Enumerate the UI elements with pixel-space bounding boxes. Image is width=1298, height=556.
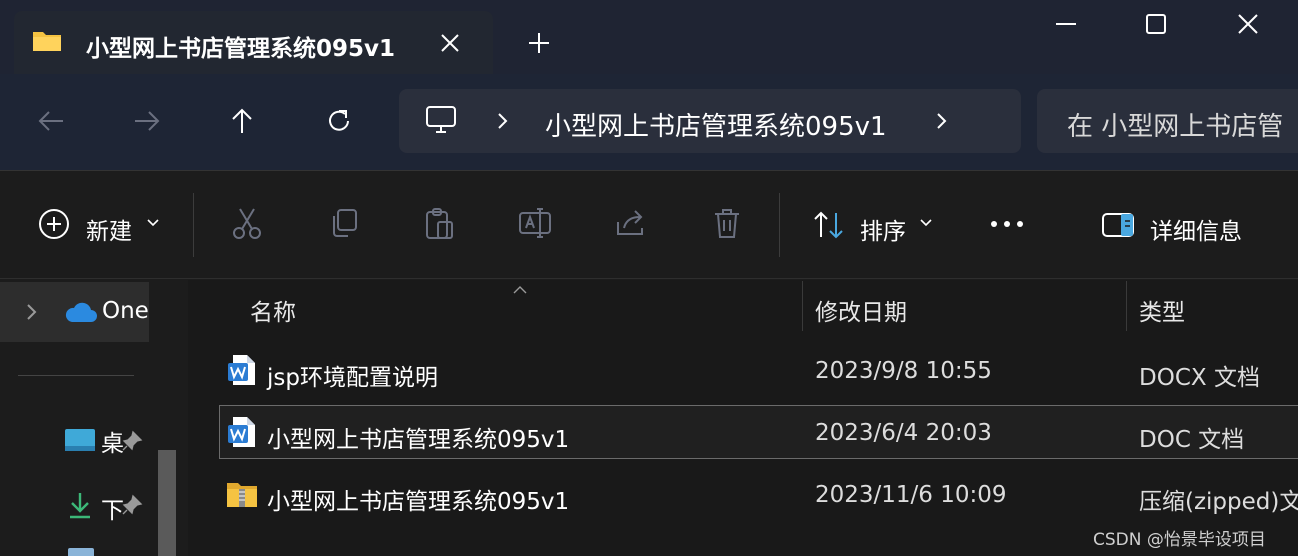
pin-icon[interactable] xyxy=(121,494,143,520)
pin-icon[interactable] xyxy=(121,430,143,456)
file-name[interactable]: 小型网上书店管理系统095v1 xyxy=(267,482,569,516)
chevron-down-icon[interactable] xyxy=(919,215,933,234)
column-header-name[interactable]: 名称 xyxy=(250,293,296,327)
separator xyxy=(779,193,780,257)
column-header-type[interactable]: 类型 xyxy=(1139,293,1185,327)
file-date: 2023/6/4 20:03 xyxy=(815,420,992,446)
folder-icon xyxy=(68,548,94,556)
details-label[interactable]: 详细信息 xyxy=(1150,212,1242,246)
close-window-button[interactable] xyxy=(1218,0,1278,48)
close-tab-icon[interactable] xyxy=(437,30,463,60)
share-icon[interactable] xyxy=(614,206,648,244)
file-date: 2023/11/6 10:09 xyxy=(815,482,1007,508)
sort-icon[interactable] xyxy=(812,209,846,245)
file-type: DOCX 文档 xyxy=(1139,365,1260,391)
file-name[interactable]: jsp环境配置说明 xyxy=(267,358,438,392)
forward-arrow-icon[interactable] xyxy=(132,106,162,140)
minimize-button[interactable] xyxy=(1036,0,1096,48)
chevron-down-icon[interactable] xyxy=(146,215,160,234)
sidebar-item-label[interactable]: One xyxy=(102,298,149,324)
separator xyxy=(193,193,194,257)
folder-icon xyxy=(32,29,62,57)
sort-up-indicator-icon xyxy=(512,280,528,299)
sidebar-item-label[interactable]: 下 xyxy=(101,491,123,525)
word-doc-icon xyxy=(227,354,257,390)
new-label[interactable]: 新建 xyxy=(86,212,132,246)
tab-title: 小型网上书店管理系统095v1 xyxy=(86,36,396,62)
column-divider[interactable] xyxy=(1126,281,1127,331)
delete-icon[interactable] xyxy=(710,206,744,244)
sidebar-item-label[interactable]: 桌 xyxy=(101,424,123,458)
cloud-icon xyxy=(64,300,98,328)
more-options-icon[interactable] xyxy=(988,216,1028,236)
details-pane-icon[interactable] xyxy=(1101,209,1135,245)
search-input[interactable]: 在 小型网上书店管 xyxy=(1037,89,1298,153)
sidebar-scrollbar[interactable] xyxy=(158,450,176,556)
copy-icon[interactable] xyxy=(326,206,360,244)
new-tab-button[interactable] xyxy=(525,29,553,61)
up-arrow-icon[interactable] xyxy=(227,106,257,140)
address-path-segment[interactable]: 小型网上书店管理系统095v1 xyxy=(545,106,887,143)
new-button[interactable] xyxy=(38,208,70,244)
search-placeholder: 在 小型网上书店管 xyxy=(1067,112,1284,142)
maximize-button[interactable] xyxy=(1126,0,1186,48)
chevron-right-icon[interactable] xyxy=(492,111,512,135)
file-type: 压缩(zipped)文 xyxy=(1139,489,1298,515)
column-divider[interactable] xyxy=(802,281,803,331)
column-header-date[interactable]: 修改日期 xyxy=(815,293,907,327)
chevron-right-icon[interactable] xyxy=(931,111,951,135)
cut-icon[interactable] xyxy=(230,206,264,244)
file-name[interactable]: 小型网上书店管理系统095v1 xyxy=(267,420,569,454)
download-icon xyxy=(66,490,94,524)
chevron-right-icon[interactable] xyxy=(24,302,40,326)
computer-icon xyxy=(425,104,457,140)
word-doc-icon xyxy=(227,416,257,452)
paste-icon[interactable] xyxy=(422,206,456,244)
file-type: DOC 文档 xyxy=(1139,427,1245,453)
zip-folder-icon xyxy=(226,480,258,512)
refresh-icon[interactable] xyxy=(324,106,354,140)
back-arrow-icon[interactable] xyxy=(36,106,66,140)
watermark-text: CSDN @怡景毕设项目 xyxy=(1093,530,1266,550)
file-date: 2023/9/8 10:55 xyxy=(815,358,992,384)
rename-icon[interactable] xyxy=(518,206,552,244)
sort-label[interactable]: 排序 xyxy=(860,212,906,246)
desktop-icon xyxy=(64,428,96,456)
divider xyxy=(18,375,134,376)
